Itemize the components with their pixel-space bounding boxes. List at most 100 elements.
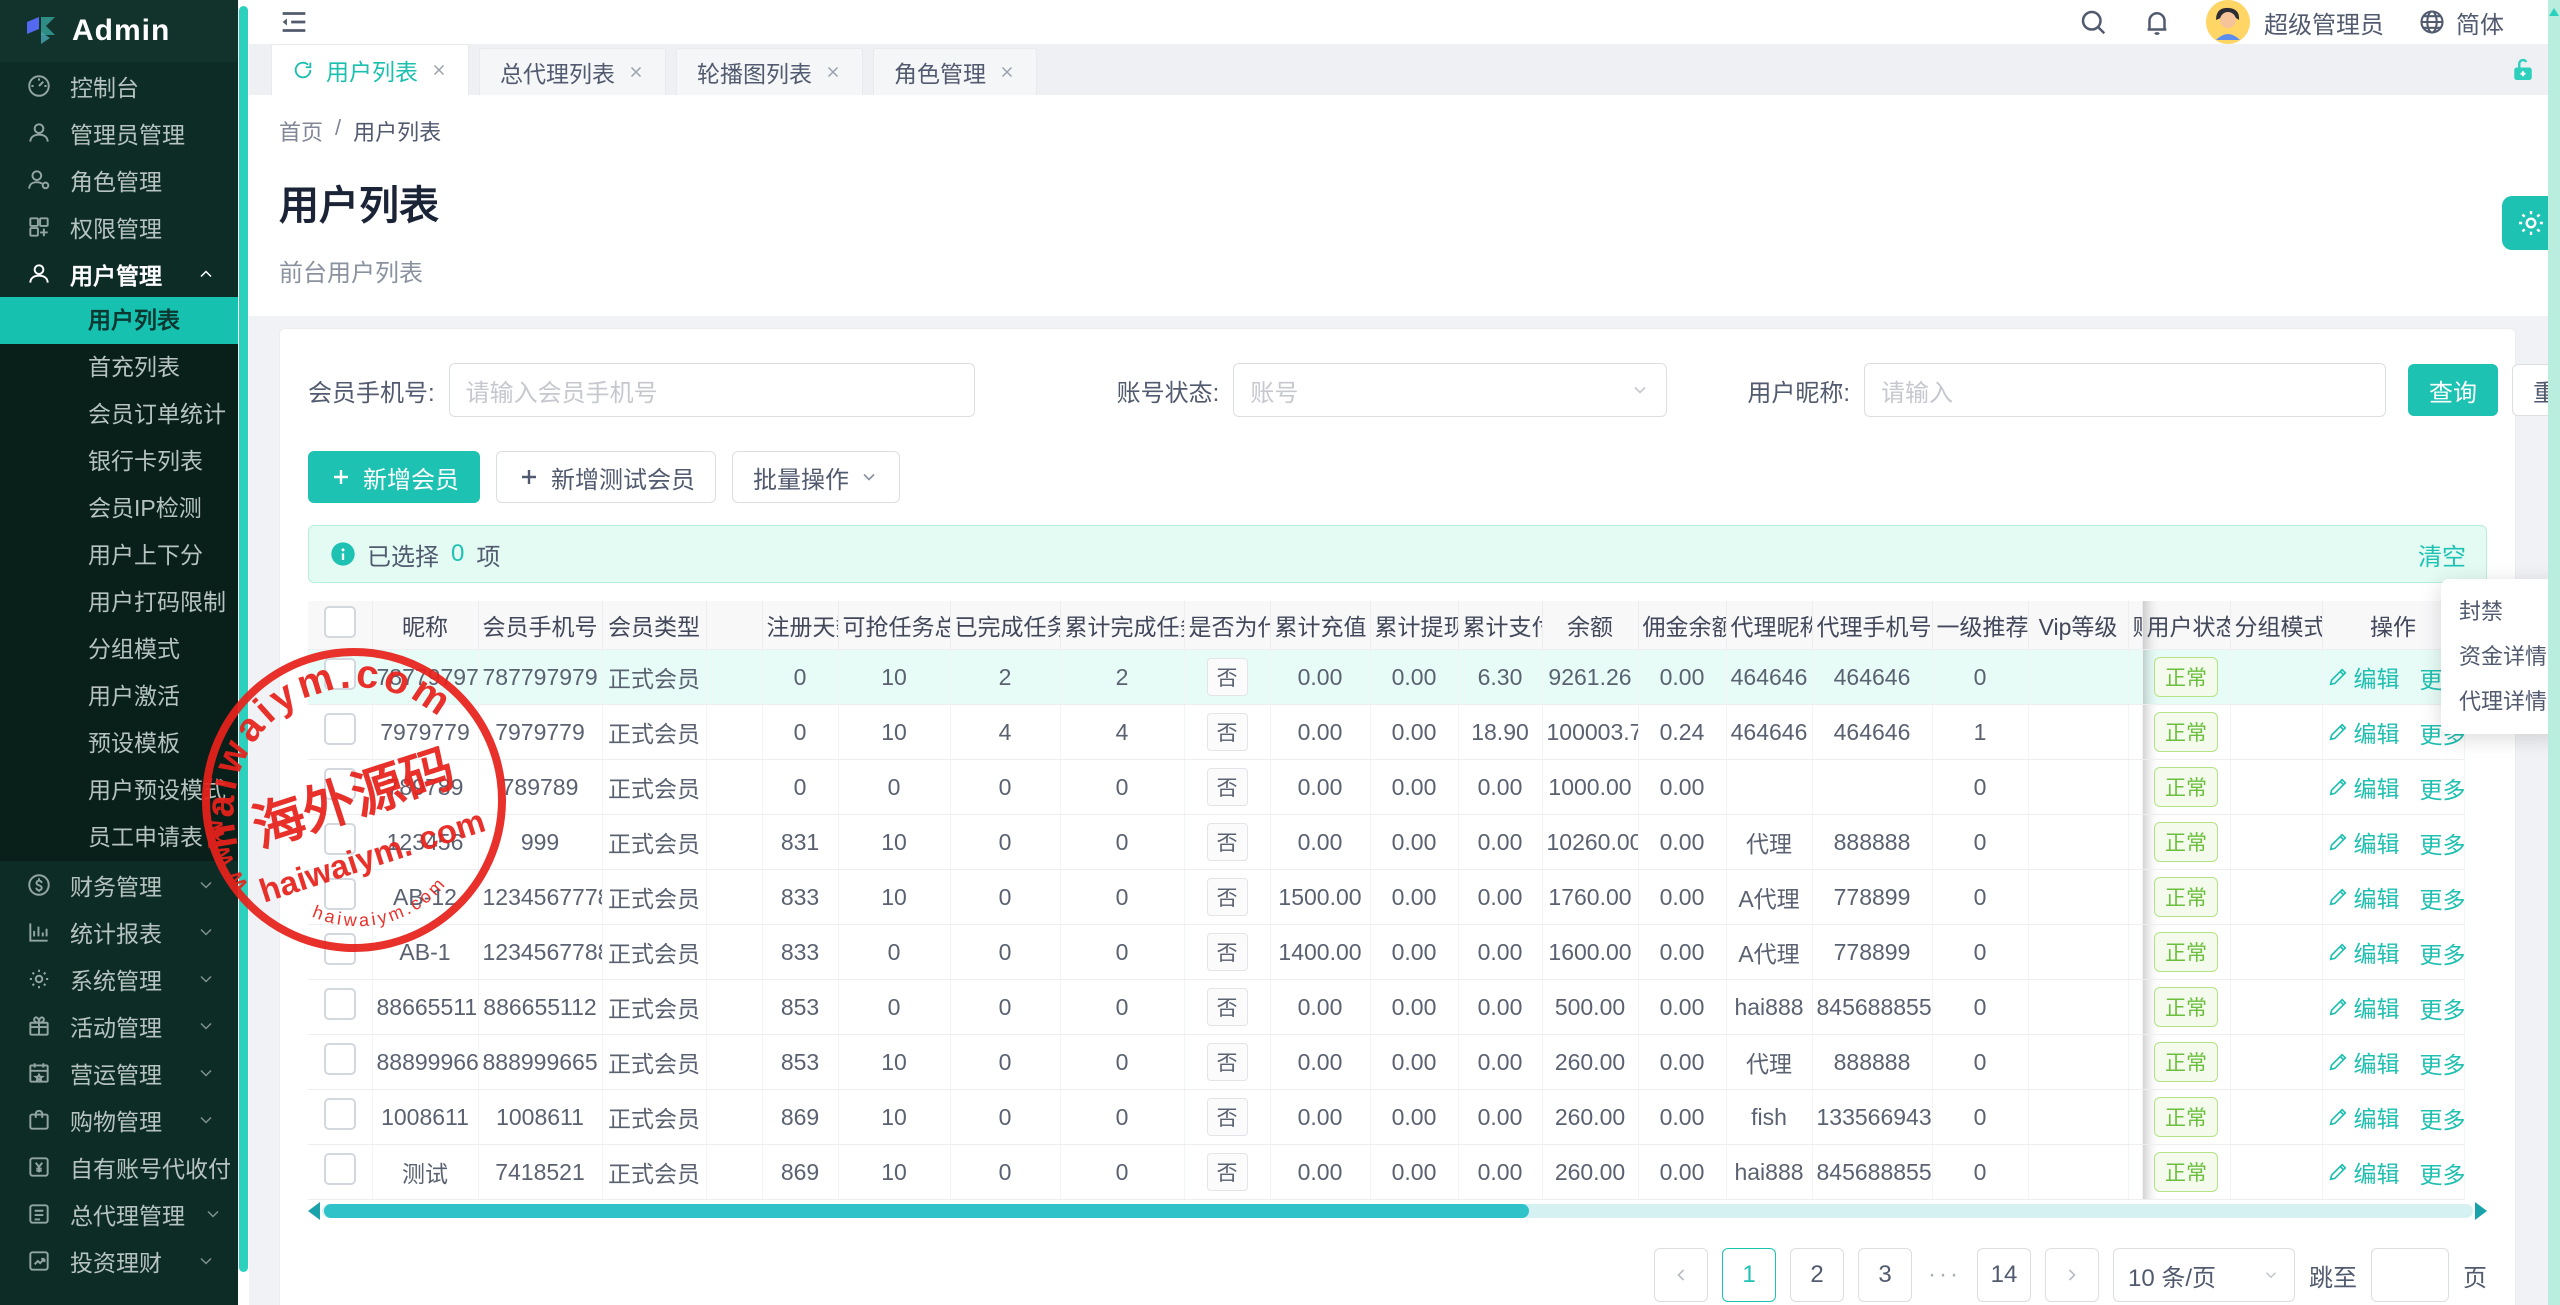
more-actions-link[interactable]: 更多	[2420, 771, 2465, 805]
sidebar-item[interactable]: 自有账号代收付	[0, 1143, 238, 1190]
sidebar-item[interactable]: 系统管理	[0, 955, 238, 1002]
batch-operations-button[interactable]: 批量操作	[732, 451, 900, 503]
edit-row-link[interactable]: 编辑	[2327, 880, 2400, 914]
search-button[interactable]: 查询	[2408, 364, 2498, 416]
more-actions-link[interactable]: 更多	[2420, 826, 2465, 860]
sidebar-item[interactable]: 统计报表	[0, 908, 238, 955]
user-menu[interactable]: 超级管理员	[2206, 0, 2384, 44]
tab-4[interactable]: 角色管理	[873, 48, 1037, 95]
collapse-sidebar-icon[interactable]	[277, 5, 311, 39]
tab-1[interactable]: 用户列表	[271, 44, 469, 95]
dropdown-item[interactable]: 资金详情	[2441, 634, 2560, 679]
prev-page-button[interactable]	[1654, 1248, 1708, 1302]
next-page-button[interactable]	[2045, 1248, 2099, 1302]
language-switch[interactable]: 简体	[2418, 5, 2504, 40]
close-icon[interactable]	[824, 63, 842, 81]
sidebar-scrollbar[interactable]	[238, 0, 249, 1305]
horizontal-scrollbar[interactable]	[308, 1202, 2487, 1220]
close-icon[interactable]	[430, 61, 448, 79]
scroll-left-arrow-icon[interactable]	[308, 1202, 320, 1220]
sidebar-item[interactable]: 用户管理	[0, 250, 238, 297]
sidebar-item[interactable]: 控制台	[0, 62, 238, 109]
lock-layout-icon[interactable]	[2508, 55, 2538, 85]
sidebar-subitem[interactable]: 银行卡列表	[0, 438, 238, 485]
tab-3[interactable]: 轮播图列表	[676, 48, 863, 95]
sidebar-subitem[interactable]: 员工申请表	[0, 814, 238, 861]
sidebar-subitem[interactable]: 分组模式	[0, 626, 238, 673]
phone-filter-input[interactable]: 请输入会员手机号	[449, 363, 975, 417]
edit-row-link[interactable]: 编辑	[2327, 935, 2400, 969]
row-checkbox[interactable]	[324, 1098, 356, 1130]
horizontal-scroll-track[interactable]	[322, 1204, 2473, 1218]
sidebar-subitem[interactable]: 用户打码限制	[0, 579, 238, 626]
breadcrumb-home[interactable]: 首页	[279, 115, 323, 147]
status-filter-select[interactable]: 账号	[1233, 363, 1667, 417]
sidebar-item[interactable]: 购物管理	[0, 1096, 238, 1143]
page-scrollbar[interactable]	[2548, 0, 2560, 1305]
more-actions-link[interactable]: 更多	[2420, 1046, 2465, 1080]
sidebar-item[interactable]: 营运管理	[0, 1049, 238, 1096]
edit-row-link[interactable]: 编辑	[2327, 770, 2400, 804]
sidebar-item[interactable]: 财务管理	[0, 861, 238, 908]
edit-row-link[interactable]: 编辑	[2327, 990, 2400, 1024]
dropdown-item[interactable]: 代理详情	[2441, 679, 2560, 724]
page-button-2[interactable]: 2	[1790, 1248, 1844, 1302]
sidebar-subitem[interactable]: 会员IP检测	[0, 485, 238, 532]
clear-selection-link[interactable]: 清空	[2418, 537, 2466, 572]
add-member-button[interactable]: 新增会员	[308, 451, 480, 503]
horizontal-scroll-thumb[interactable]	[324, 1204, 1529, 1218]
scroll-right-arrow-icon[interactable]	[2475, 1202, 2487, 1220]
row-checkbox[interactable]	[324, 768, 356, 800]
edit-row-link[interactable]: 编辑	[2327, 1100, 2400, 1134]
sidebar-item[interactable]: 活动管理	[0, 1002, 238, 1049]
row-checkbox[interactable]	[324, 823, 356, 855]
more-actions-link[interactable]: 更多	[2420, 991, 2465, 1025]
row-checkbox[interactable]	[324, 933, 356, 965]
sidebar-item[interactable]: 角色管理	[0, 156, 238, 203]
logo[interactable]: Admin	[0, 0, 238, 62]
edit-row-link[interactable]: 编辑	[2327, 660, 2400, 694]
sidebar-subitem[interactable]: 会员订单统计	[0, 391, 238, 438]
row-checkbox[interactable]	[324, 713, 356, 745]
sidebar-item[interactable]: 总代理管理	[0, 1190, 238, 1237]
search-icon[interactable]	[2078, 7, 2108, 37]
row-checkbox[interactable]	[324, 1043, 356, 1075]
sidebar-item[interactable]: 投资理财	[0, 1237, 238, 1284]
close-icon[interactable]	[627, 63, 645, 81]
more-actions-link[interactable]: 更多	[2420, 936, 2465, 970]
nickname-filter-input[interactable]: 请输入	[1864, 363, 2386, 417]
more-actions-link[interactable]: 更多	[2420, 881, 2465, 915]
cell-status: 正常	[2142, 980, 2230, 1035]
dropdown-item[interactable]: 封禁	[2441, 589, 2560, 634]
sidebar-item[interactable]: 权限管理	[0, 203, 238, 250]
edit-row-link[interactable]: 编辑	[2327, 825, 2400, 859]
jump-page-input[interactable]	[2371, 1248, 2449, 1302]
tab-2[interactable]: 总代理列表	[479, 48, 666, 95]
notification-bell-icon[interactable]	[2142, 7, 2172, 37]
page-button-1[interactable]: 1	[1722, 1248, 1776, 1302]
row-checkbox[interactable]	[324, 658, 356, 690]
sidebar-subitem[interactable]: 首充列表	[0, 344, 238, 391]
edit-row-link[interactable]: 编辑	[2327, 1155, 2400, 1189]
sidebar-subitem[interactable]: 用户激活	[0, 673, 238, 720]
select-all-checkbox[interactable]	[324, 606, 356, 638]
edit-row-link[interactable]: 编辑	[2327, 715, 2400, 749]
more-actions-link[interactable]: 更多	[2420, 1101, 2465, 1135]
sidebar-subitem[interactable]: 用户预设模式	[0, 767, 238, 814]
edit-row-link[interactable]: 编辑	[2327, 1045, 2400, 1079]
sidebar-subitem[interactable]: 预设模板	[0, 720, 238, 767]
page-button-14[interactable]: 14	[1977, 1248, 2031, 1302]
row-checkbox[interactable]	[324, 988, 356, 1020]
sidebar-subitem[interactable]: 用户上下分	[0, 532, 238, 579]
pagination-ellipsis[interactable]: ···	[1928, 1248, 1961, 1302]
add-test-member-button[interactable]: 新增测试会员	[496, 451, 716, 503]
row-checkbox[interactable]	[324, 1153, 356, 1185]
sidebar-scrollbar-thumb[interactable]	[239, 6, 248, 1272]
sidebar-subitem[interactable]: 用户列表	[0, 297, 238, 344]
close-icon[interactable]	[998, 63, 1016, 81]
page-size-select[interactable]: 10 条/页	[2113, 1248, 2295, 1302]
more-actions-link[interactable]: 更多	[2420, 1156, 2465, 1190]
sidebar-item[interactable]: 管理员管理	[0, 109, 238, 156]
row-checkbox[interactable]	[324, 878, 356, 910]
page-button-3[interactable]: 3	[1858, 1248, 1912, 1302]
